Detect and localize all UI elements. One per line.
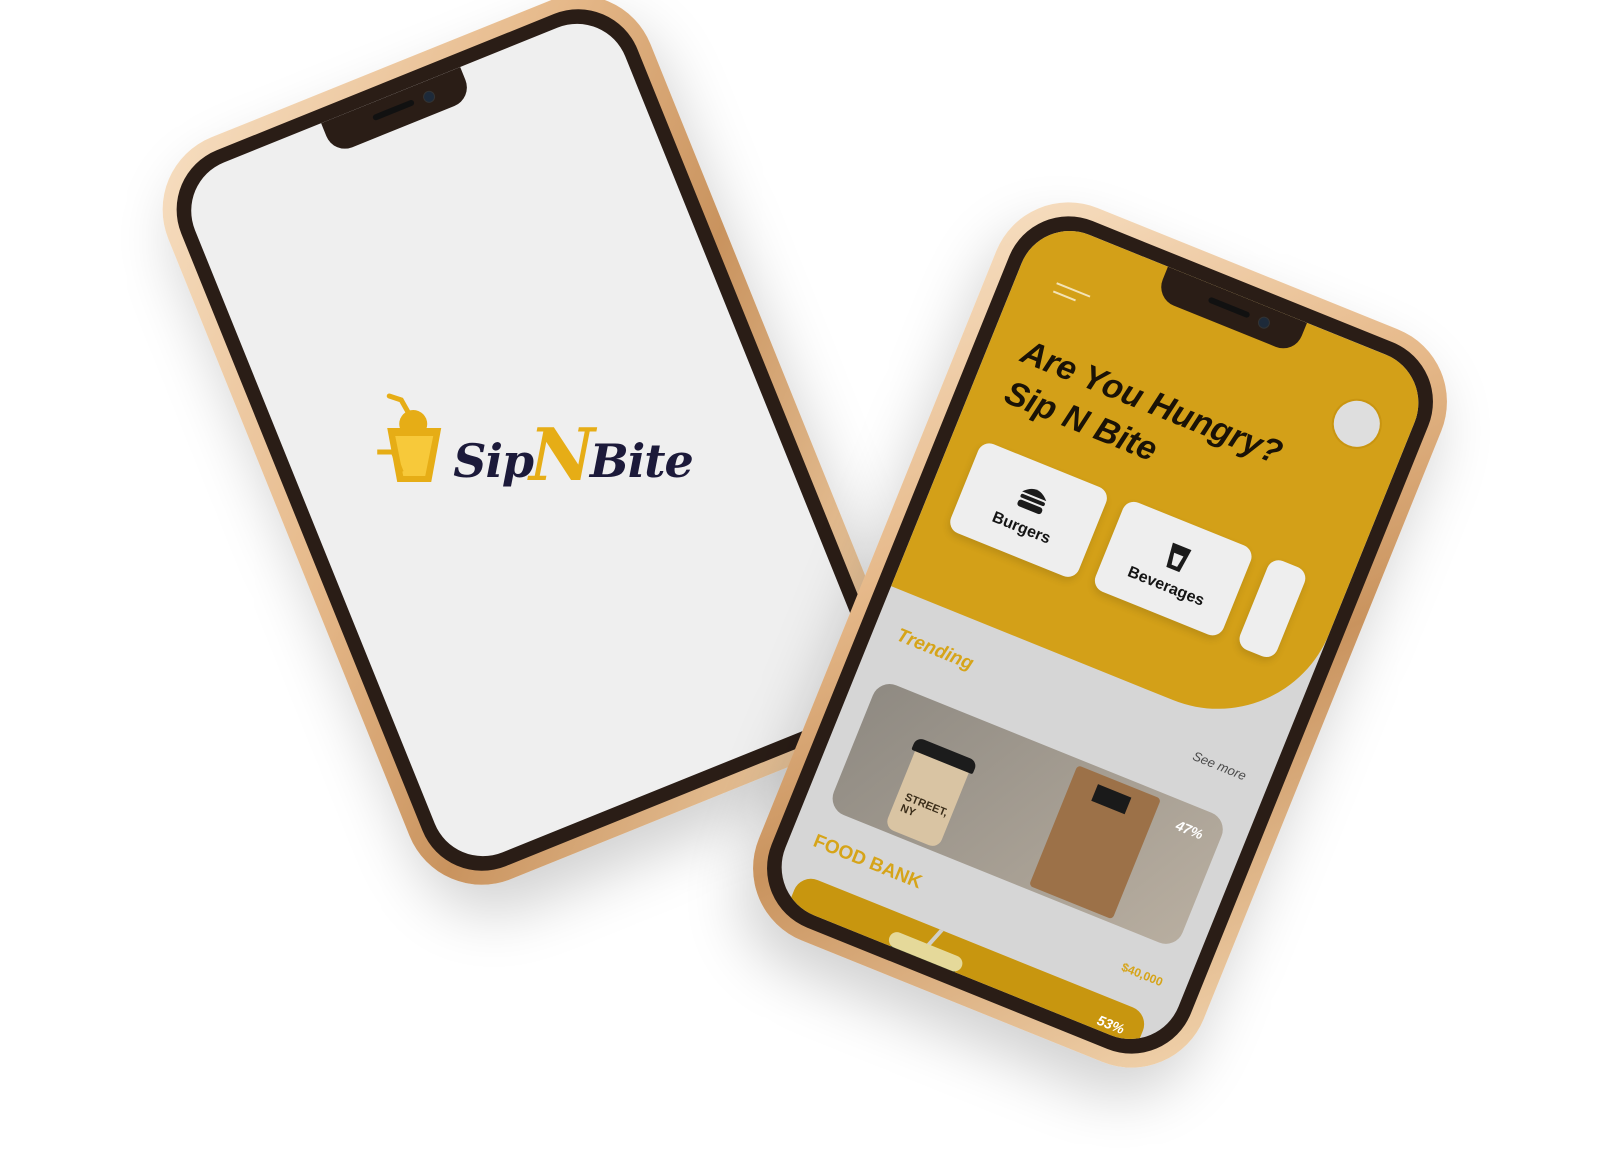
logo-wordmark: Sip N Bite (453, 412, 693, 498)
beverage-icon (1166, 542, 1192, 573)
food-bank-price: $40,000 (1119, 959, 1165, 990)
front-camera (1256, 314, 1272, 331)
avatar[interactable] (1324, 391, 1390, 457)
discount-badge: 53% (1094, 1011, 1127, 1038)
category-burgers[interactable]: Burgers (946, 439, 1111, 581)
logo-word-bite: Bite (589, 434, 693, 488)
front-camera (421, 89, 437, 105)
cup-text: STREET, NY (898, 791, 950, 820)
speaker (1207, 296, 1251, 319)
paper-bag-image (1028, 765, 1162, 920)
burger-icon (1017, 488, 1047, 515)
sip-n-bite-logo: Sip N Bite (367, 392, 693, 498)
category-more[interactable] (1235, 556, 1309, 661)
menu-icon[interactable] (1050, 282, 1091, 312)
coffee-cup-image: STREET, NY (884, 736, 978, 849)
home-screen: Are You Hungry? Sip N Bite Burgers Bever… (765, 215, 1435, 1055)
category-beverages[interactable]: Beverages (1091, 498, 1256, 639)
see-more-link[interactable]: See more (1191, 748, 1249, 783)
splash-screen: Sip N Bite (175, 8, 885, 872)
home-bezel: Are You Hungry? Sip N Bite Burgers Bever… (747, 197, 1453, 1073)
speaker (371, 99, 416, 122)
home-phone: Are You Hungry? Sip N Bite Burgers Bever… (729, 178, 1471, 1092)
notch (321, 66, 473, 155)
logo-word-sip: Sip (453, 433, 534, 488)
discount-badge: 47% (1173, 817, 1206, 843)
trending-title: Trending (893, 624, 977, 675)
logo-letter-n: N (529, 412, 594, 498)
drink-cup-image (846, 914, 965, 1055)
cup-logo-icon (377, 393, 442, 482)
